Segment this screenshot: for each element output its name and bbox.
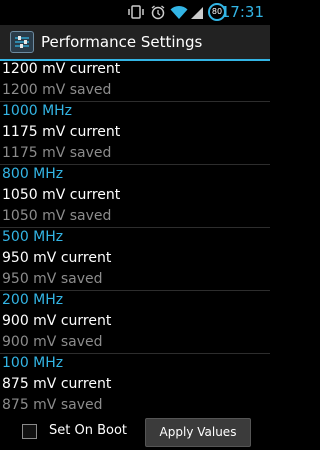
page-title: Performance Settings (41, 33, 203, 51)
wifi-icon (170, 5, 188, 19)
list-item-frequency[interactable]: 1000 MHz (2, 101, 72, 122)
list-item-saved: 900 mV saved (2, 334, 103, 350)
list-item-frequency[interactable]: 100 MHz (2, 353, 63, 374)
list-item-saved: 1050 mV saved (2, 208, 112, 224)
list-item-frequency[interactable]: 800 MHz (2, 164, 63, 185)
list-item-saved: 950 mV saved (2, 271, 103, 287)
list-item-frequency[interactable]: 500 MHz (2, 227, 63, 248)
voltage-list[interactable]: 1200 mV current 1200 mV saved 1000 MHz 1… (0, 61, 270, 414)
list-item-current: 1200 mV current (2, 61, 121, 77)
list-item-current: 900 mV current (2, 313, 112, 329)
signal-icon (191, 7, 203, 19)
status-time: 17:31 (220, 3, 264, 21)
list-item-saved: 1200 mV saved (2, 82, 112, 98)
list-item-frequency[interactable]: 200 MHz (2, 290, 63, 311)
set-on-boot-label[interactable]: Set On Boot (49, 423, 127, 438)
status-bar: 80 17:31 (0, 0, 270, 25)
list-item-current: 1175 mV current (2, 124, 121, 140)
list-item-saved: 875 mV saved (2, 397, 103, 413)
list-item-current: 875 mV current (2, 376, 112, 392)
list-item-saved: 1175 mV saved (2, 145, 112, 161)
action-bar: Performance Settings (0, 25, 270, 61)
vibrate-icon (128, 5, 144, 19)
bottom-bar: Set On Boot Apply Values (0, 414, 270, 450)
list-item-current: 1050 mV current (2, 187, 121, 203)
settings-sliders-icon[interactable] (10, 31, 34, 53)
list-item-current: 950 mV current (2, 250, 112, 266)
set-on-boot-checkbox[interactable] (22, 424, 37, 439)
apply-values-button[interactable]: Apply Values (145, 418, 251, 447)
alarm-icon (151, 5, 165, 20)
